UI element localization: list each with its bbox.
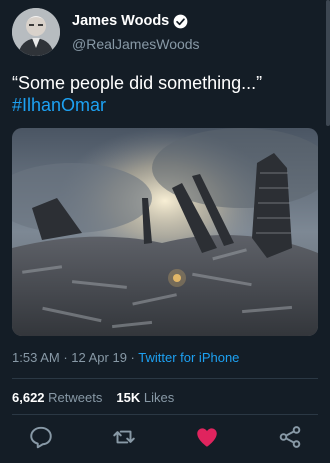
tweet-stats: 6,622 Retweets 15K Likes: [12, 390, 174, 405]
meta-separator: ·: [59, 350, 72, 365]
share-button[interactable]: [277, 424, 303, 450]
verified-badge-icon: [173, 14, 188, 29]
retweets-stat[interactable]: 6,622 Retweets: [12, 390, 102, 405]
retweets-label: Retweets: [48, 390, 103, 405]
divider: [12, 414, 318, 415]
tweet-body: “Some people did something...”: [12, 73, 263, 93]
heart-icon: [197, 428, 217, 447]
likes-stat[interactable]: 15K Likes: [116, 390, 174, 405]
reply-icon: [30, 426, 52, 449]
retweets-count: 6,622: [12, 390, 45, 405]
author-name[interactable]: James Woods: [72, 13, 188, 29]
reply-button[interactable]: [28, 424, 54, 450]
tweet-detail: James Woods @RealJamesWoods “Some people…: [0, 0, 330, 463]
likes-count: 15K: [116, 390, 141, 405]
like-button[interactable]: [194, 424, 220, 450]
tweet-actions: [0, 424, 330, 452]
tweet-text: “Some people did something...” #IlhanOma…: [12, 72, 318, 116]
divider: [12, 378, 318, 379]
author-name-text[interactable]: James Woods: [72, 13, 169, 29]
tweet-date[interactable]: 12 Apr 19: [71, 350, 127, 365]
scrollbar[interactable]: [326, 0, 330, 126]
meta-separator-2: ·: [126, 350, 139, 365]
avatar[interactable]: [12, 8, 60, 56]
tweet-time[interactable]: 1:53 AM: [12, 350, 60, 365]
likes-label: Likes: [143, 390, 175, 405]
retweet-icon: [113, 430, 135, 444]
tweet-meta: 1:53 AM · 12 Apr 19 · Twitter for iPhone: [12, 350, 239, 365]
hashtag-link[interactable]: #IlhanOmar: [12, 94, 318, 116]
share-icon: [279, 426, 301, 448]
retweet-button[interactable]: [111, 424, 137, 450]
tweet-source-link[interactable]: Twitter for iPhone: [138, 350, 239, 365]
author-handle[interactable]: @RealJamesWoods: [72, 36, 200, 52]
tweet-photo[interactable]: [12, 128, 318, 336]
